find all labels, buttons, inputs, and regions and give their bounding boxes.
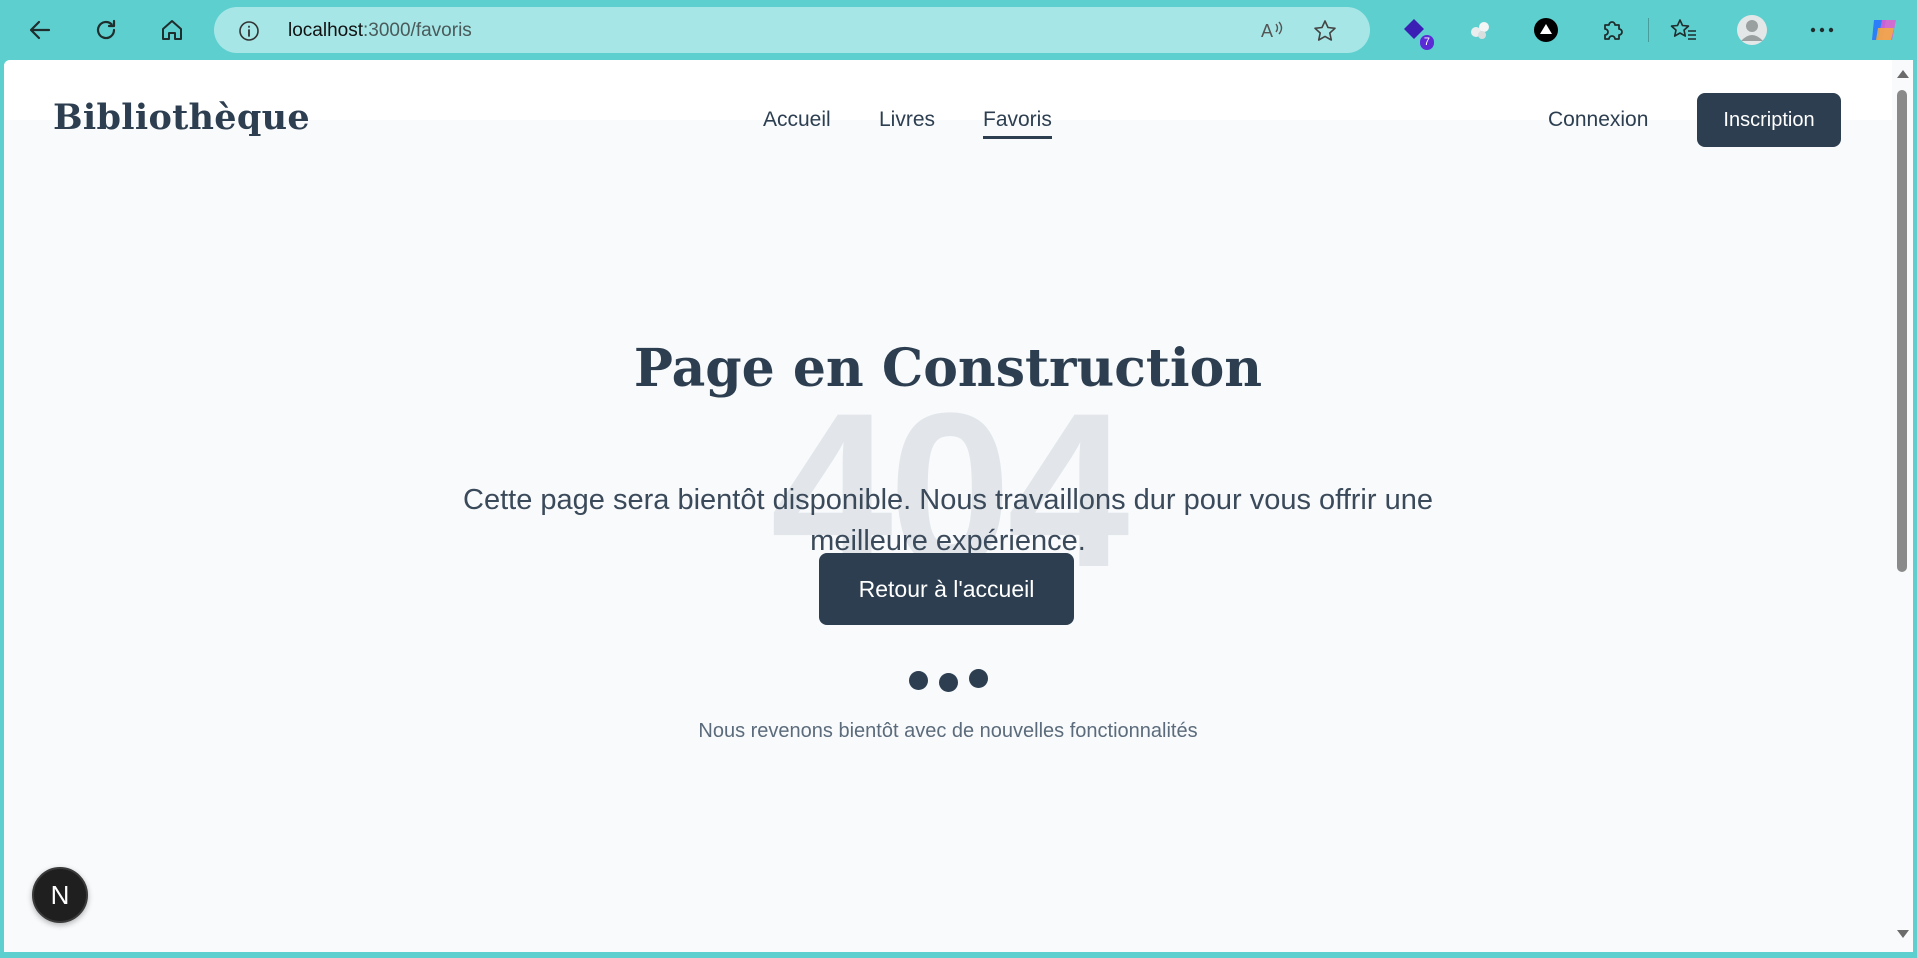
page-title: Page en Construction [633,338,1263,399]
loading-dot [969,669,988,688]
extension-icon[interactable]: 7 [1396,12,1434,50]
nav-favoris[interactable]: Favoris [983,108,1052,139]
site-logo[interactable]: Bibliothèque [53,97,310,138]
page-subtitle: Cette page sera bientôt disponible. Nous… [463,484,1433,557]
extension-badge: 7 [1419,35,1434,50]
footer-note: Nous revenons bientôt avec de nouvelles … [698,720,1198,742]
register-button[interactable]: Inscription [1697,93,1841,147]
nav-accueil[interactable]: Accueil [763,108,831,132]
loading-dot [939,673,958,692]
nextjs-dev-badge[interactable]: N [32,867,88,923]
svg-text:A: A [1261,21,1273,41]
info-icon[interactable] [238,20,260,47]
page-viewport: Bibliothèque Accueil Livres Favoris Conn… [4,60,1898,952]
back-icon[interactable] [20,10,60,50]
address-bar[interactable]: localhost:3000/favoris A [214,7,1370,53]
favorite-star-icon[interactable] [1312,18,1338,49]
login-link[interactable]: Connexion [1548,108,1648,132]
loading-dot [909,671,928,690]
page-scrollbar[interactable] [1892,60,1913,952]
url-host: localhost [288,20,363,41]
profile-icon[interactable] [1734,12,1770,48]
back-home-button[interactable]: Retour à l'accueil [819,553,1074,625]
refresh-icon[interactable] [86,10,126,50]
scroll-down-icon[interactable] [1897,930,1909,938]
url-text[interactable]: localhost:3000/favoris [288,20,472,42]
read-aloud-icon[interactable]: A [1260,18,1286,47]
scroll-up-icon[interactable] [1897,70,1909,78]
triangle-extension-icon[interactable] [1528,12,1564,48]
browser-toolbar: localhost:3000/favoris A 7 [0,0,1917,60]
copilot-icon[interactable] [1866,12,1902,48]
nav-livres[interactable]: Livres [879,108,935,132]
toolbar-separator [1648,18,1649,42]
url-path: :3000/favoris [363,20,472,41]
puzzle-icon[interactable] [1594,12,1630,48]
collections-icon[interactable] [1462,12,1498,48]
more-icon[interactable] [1804,12,1840,48]
site-header: Bibliothèque Accueil Livres Favoris Conn… [4,60,1892,147]
scroll-thumb[interactable] [1897,90,1907,572]
favorites-list-icon[interactable] [1666,12,1702,48]
loading-dots [4,669,1892,699]
home-icon[interactable] [152,10,192,50]
